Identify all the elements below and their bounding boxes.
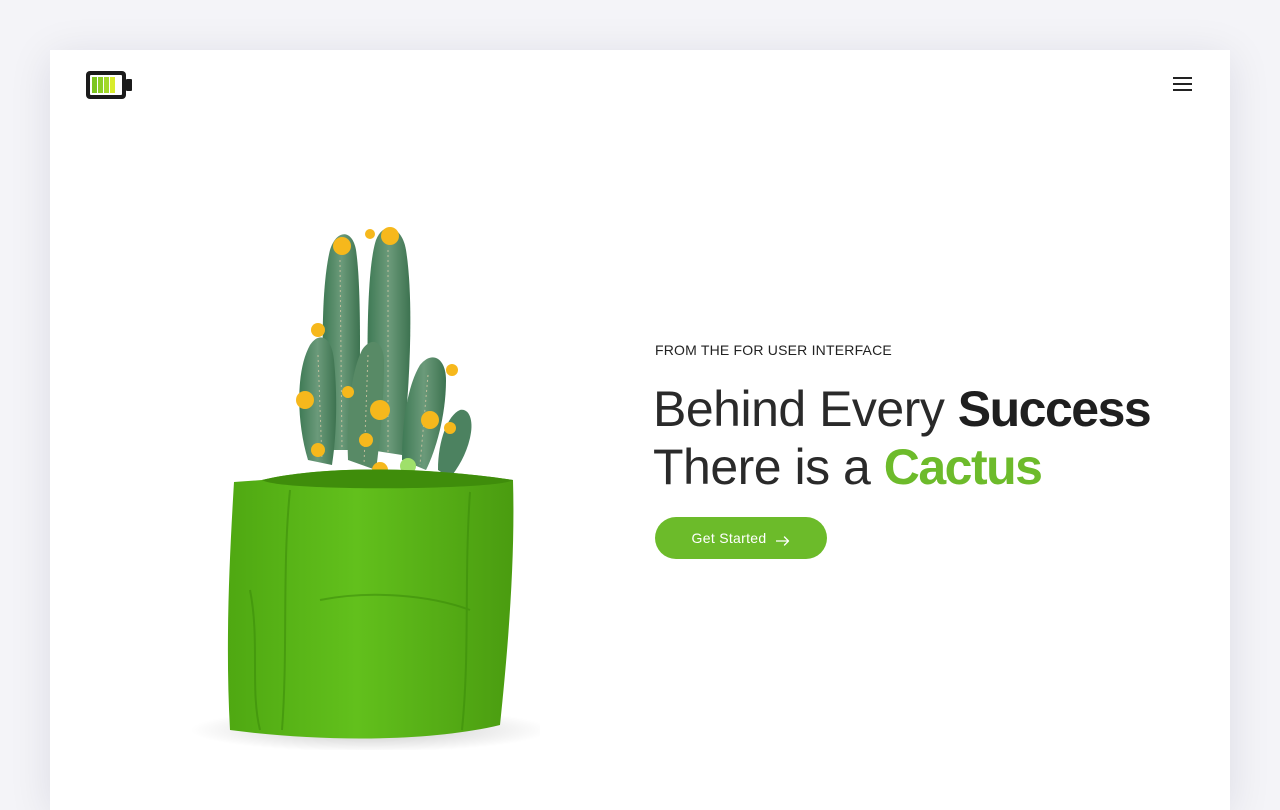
headline-line1-bold: Success	[957, 381, 1152, 437]
potted-cactus-image	[170, 170, 550, 752]
headline-line2-light: There is a	[653, 439, 884, 495]
headline-line2-accent: Cactus	[883, 439, 1043, 495]
battery-logo-icon[interactable]	[85, 70, 133, 100]
hero-tagline: FROM THE FOR USER INTERFACE	[655, 342, 892, 358]
get-started-button[interactable]: Get Started	[655, 517, 827, 559]
page-frame: FROM THE FOR USER INTERFACE Behind Every…	[50, 50, 1230, 810]
hero-headline: Behind Every Success There is a Cactus	[653, 380, 1152, 496]
headline-line1-light: Behind Every	[653, 381, 958, 437]
arrow-right-icon	[775, 533, 790, 546]
hamburger-menu-icon[interactable]	[1168, 72, 1196, 96]
get-started-label: Get Started	[691, 530, 767, 546]
